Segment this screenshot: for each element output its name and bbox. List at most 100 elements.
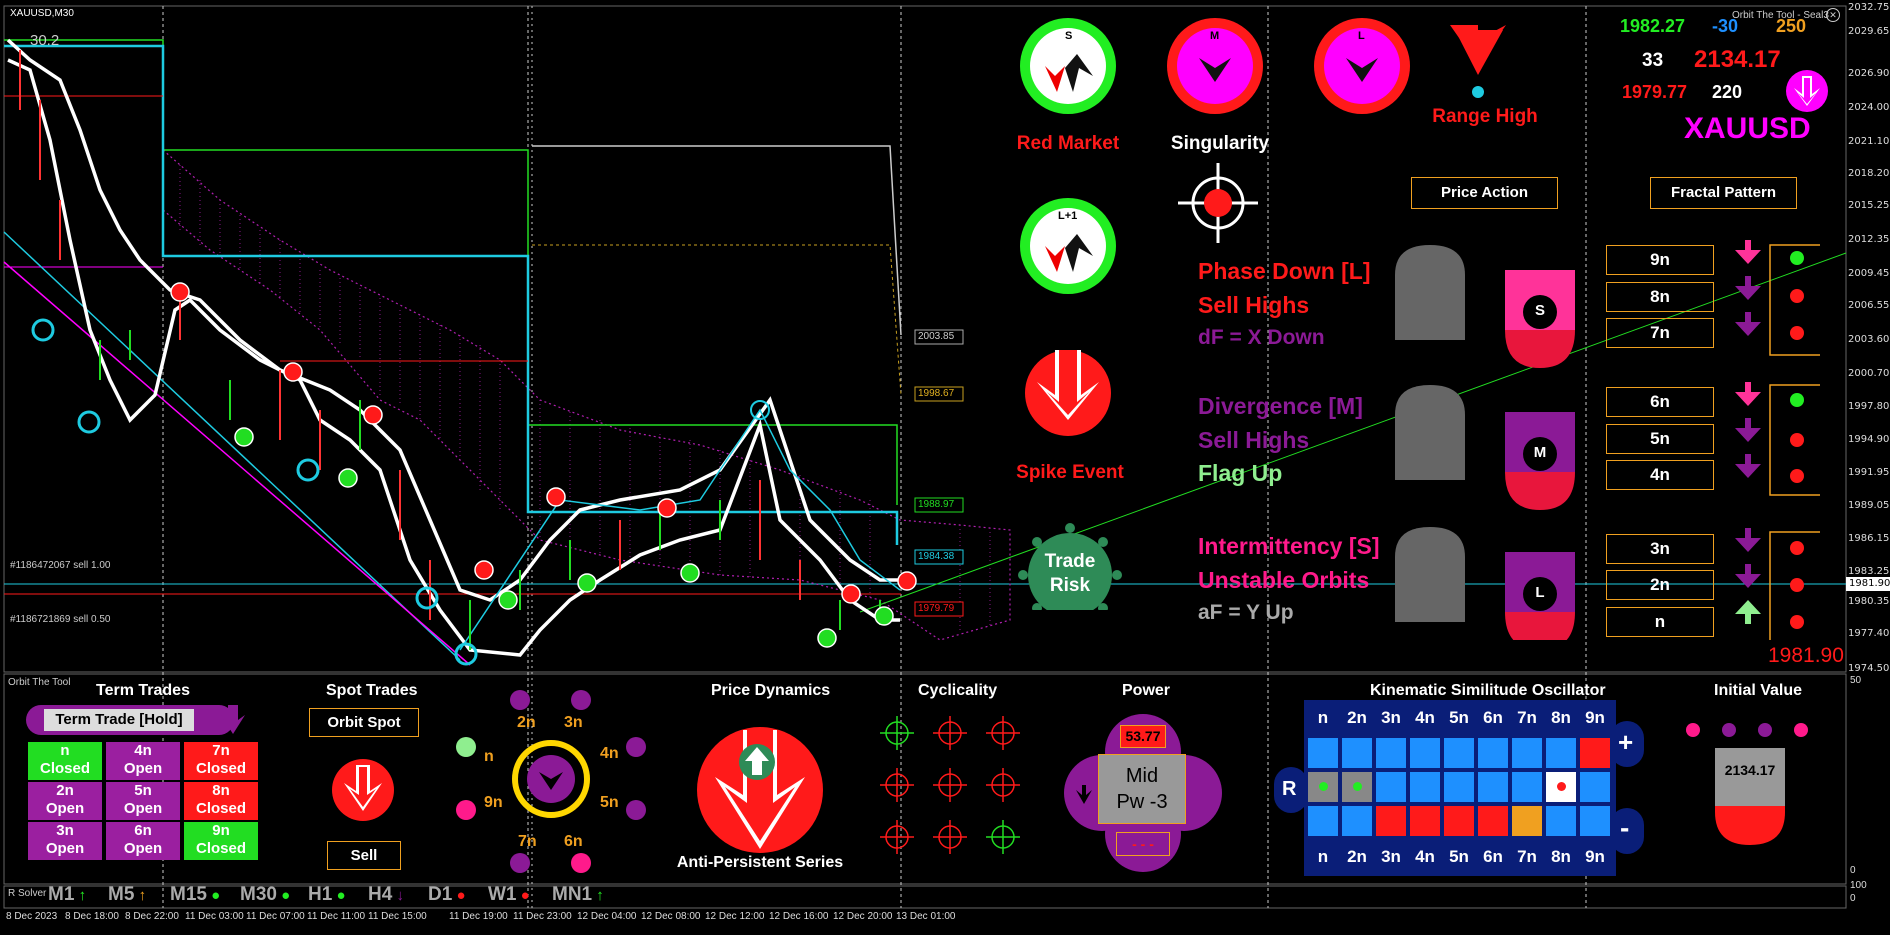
kso-cell[interactable]: [1342, 772, 1372, 802]
kso-cell[interactable]: [1342, 806, 1372, 836]
kso-cell[interactable]: [1444, 806, 1474, 836]
ring-6n: 6n: [564, 833, 583, 850]
order-label-1[interactable]: #1186472067 sell 1.00: [10, 560, 110, 571]
kso-cell[interactable]: [1444, 772, 1474, 802]
kso-r-label: R: [1282, 778, 1297, 800]
kso-cell[interactable]: [1478, 772, 1508, 802]
kso-cell[interactable]: [1546, 806, 1576, 836]
nbox-6n[interactable]: 6n: [1606, 387, 1714, 417]
time-tick: 12 Dec 12:00: [705, 911, 765, 922]
kso-cell[interactable]: [1376, 772, 1406, 802]
close-icon[interactable]: ✕: [1826, 8, 1840, 22]
timeframe-m15[interactable]: M15 ●: [170, 884, 220, 906]
kso-cell[interactable]: [1580, 806, 1610, 836]
kso-cell[interactable]: [1376, 738, 1406, 768]
stat-2: -30: [1712, 16, 1739, 36]
term-trade-cell[interactable]: 4n Open: [106, 742, 180, 780]
time-tick: 11 Dec 11:00: [307, 911, 366, 922]
kso-header: n: [1308, 703, 1338, 733]
term-cell-tf: 6n: [134, 822, 152, 839]
timeframe-h4[interactable]: H4 ↓: [368, 884, 404, 906]
kso-cell[interactable]: [1444, 738, 1474, 768]
nbox-9n[interactable]: 9n: [1606, 245, 1714, 275]
kso-cell[interactable]: [1546, 738, 1576, 768]
timeframe-mn1[interactable]: MN1 ↑: [552, 884, 604, 906]
price-tick: 2015.25: [1848, 200, 1890, 211]
spot-down-icon: [332, 759, 394, 821]
kso-header: 7n: [1512, 842, 1542, 872]
timeframe-signal-icon: ●: [516, 887, 530, 904]
term-trade-cell[interactable]: 5n Open: [106, 782, 180, 820]
kso-cell[interactable]: [1478, 738, 1508, 768]
kso-cell[interactable]: [1512, 772, 1542, 802]
price-tick: 1997.80: [1848, 401, 1890, 412]
price-tick: 1981.90: [1849, 578, 1890, 589]
term-trade-cell[interactable]: n Closed: [28, 742, 102, 780]
kso-header: 5n: [1444, 703, 1474, 733]
fractal-pattern-button[interactable]: Fractal Pattern: [1650, 177, 1797, 209]
kso-cell[interactable]: [1580, 772, 1610, 802]
subscale-zero: 0: [1850, 865, 1856, 876]
kso-cell[interactable]: [1342, 738, 1372, 768]
timeframe-signal-icon: ●: [452, 887, 466, 904]
term-cell-status: Closed: [195, 840, 246, 857]
sell-button[interactable]: Sell: [327, 841, 401, 870]
timeframe-m30[interactable]: M30 ●: [240, 884, 290, 906]
time-tick: 11 Dec 07:00: [246, 911, 305, 922]
timeframe-signal-icon: ●: [276, 887, 291, 904]
level-tag-4: 1984.38: [918, 551, 955, 562]
kso-cell[interactable]: [1580, 738, 1610, 768]
time-tick: 12 Dec 04:00: [577, 911, 637, 922]
price-tick: 2018.20: [1848, 168, 1890, 179]
timeframe-m5[interactable]: M5 ↑: [108, 884, 146, 906]
term-trade-cell[interactable]: 6n Open: [106, 822, 180, 860]
orbit-spot-button[interactable]: Orbit Spot: [309, 708, 419, 737]
kso-cell[interactable]: [1410, 806, 1440, 836]
term-trade-cell[interactable]: 7n Closed: [184, 742, 258, 780]
nbox-3n[interactable]: 3n: [1606, 534, 1714, 564]
nbox-4n[interactable]: 4n: [1606, 460, 1714, 490]
kso-cell[interactable]: [1512, 806, 1542, 836]
timeframe-label: MN1: [552, 884, 593, 905]
kso-cell[interactable]: [1376, 806, 1406, 836]
nbox-2n[interactable]: 2n: [1606, 570, 1714, 600]
term-trade-cell[interactable]: 9n Closed: [184, 822, 258, 860]
term-trade-cell[interactable]: 2n Open: [28, 782, 102, 820]
kso-cell[interactable]: [1478, 806, 1508, 836]
term-trade-cell[interactable]: 3n Open: [28, 822, 102, 860]
level-tag-2: 1998.67: [918, 388, 955, 399]
kso-cell[interactable]: [1308, 772, 1338, 802]
term-trade-hold-button[interactable]: Term Trade [Hold]: [44, 709, 194, 731]
nbox-8n[interactable]: 8n: [1606, 282, 1714, 312]
nbox-5n[interactable]: 5n: [1606, 424, 1714, 454]
cyclicality-title: Cyclicality: [918, 682, 998, 699]
ring-5n: 5n: [600, 794, 619, 811]
nbox-7n[interactable]: 7n: [1606, 318, 1714, 348]
symbol-timeframe: XAUUSD,M30: [10, 8, 74, 19]
signal-column: [1735, 240, 1820, 640]
term-down-arrow-icon: [221, 705, 245, 734]
timeframe-w1[interactable]: W1 ●: [488, 884, 530, 906]
kso-header: 3n: [1376, 842, 1406, 872]
timeframe-d1[interactable]: D1 ●: [428, 884, 466, 906]
term-cell-tf: 4n: [134, 742, 152, 759]
kso-cell[interactable]: [1308, 738, 1338, 768]
phase-s-title: Intermittency [S]: [1198, 533, 1380, 559]
subscale-top: 100: [1850, 880, 1867, 891]
timeframe-m1[interactable]: M1 ↑: [48, 884, 86, 906]
kso-cell[interactable]: [1546, 772, 1576, 802]
price-action-button[interactable]: Price Action: [1411, 177, 1558, 209]
timeframe-h1[interactable]: H1 ●: [308, 884, 346, 906]
kso-cell[interactable]: [1410, 738, 1440, 768]
top-left-value: 30.2: [30, 32, 60, 49]
kso-cell[interactable]: [1308, 806, 1338, 836]
kso-cell[interactable]: [1410, 772, 1440, 802]
singularity-label: Singularity: [1170, 133, 1270, 154]
nbox-n[interactable]: n: [1606, 607, 1714, 637]
order-label-2[interactable]: #1186721869 sell 0.50: [10, 614, 110, 625]
kso-cell[interactable]: [1512, 738, 1542, 768]
term-trade-cell[interactable]: 8n Closed: [184, 782, 258, 820]
trade-risk-label[interactable]: Trade Risk: [1030, 550, 1110, 598]
term-cell-tf: 5n: [134, 782, 152, 799]
price-tick: 1974.50: [1848, 663, 1890, 674]
